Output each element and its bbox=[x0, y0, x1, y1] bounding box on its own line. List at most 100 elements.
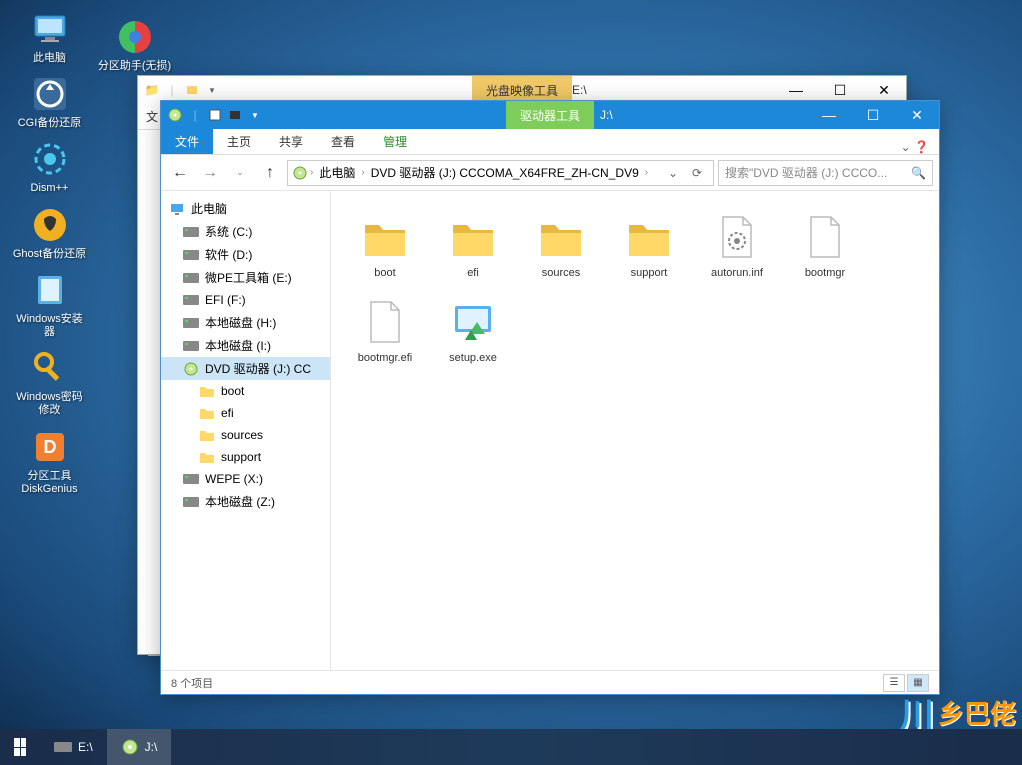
file-list[interactable]: boot efi sources support autorun.inf bootmgr b… bbox=[331, 191, 939, 670]
desktop-icon-partition-assistant[interactable]: 分区助手(无损) bbox=[97, 16, 172, 73]
ribbon-collapse-button[interactable]: ⌄ ❓ bbox=[891, 140, 939, 154]
hdd-icon bbox=[183, 338, 199, 354]
ribbon-tab-manage[interactable]: 管理 bbox=[369, 129, 421, 154]
tree-this-pc[interactable]: 此电脑 bbox=[161, 197, 330, 220]
desktop-icon-cgi-backup[interactable]: CGI备份还原 bbox=[12, 73, 87, 130]
window-title: E:\ bbox=[572, 83, 587, 97]
tree-drive[interactable]: WEPE (X:) bbox=[161, 468, 330, 490]
ribbon-tab-view[interactable]: 查看 bbox=[317, 129, 369, 154]
nav-up-button[interactable]: ↑ bbox=[257, 160, 283, 186]
hdd-icon bbox=[183, 224, 199, 240]
folder-icon bbox=[199, 449, 215, 465]
chevron-right-icon[interactable]: › bbox=[361, 167, 364, 178]
breadcrumb[interactable]: › 此电脑 › DVD 驱动器 (J:) CCCOMA_X64FRE_ZH-CN… bbox=[287, 160, 714, 186]
window-title: J:\ bbox=[600, 108, 613, 122]
dvd-icon bbox=[292, 165, 308, 181]
windows-logo-icon bbox=[14, 738, 26, 756]
dropdown-icon[interactable]: ▼ bbox=[247, 107, 263, 123]
titlebar[interactable]: | ▼ 驱动器工具 J:\ — ☐ ✕ bbox=[161, 101, 939, 129]
folder-icon bbox=[623, 211, 675, 263]
tree-drive[interactable]: 系统 (C:) bbox=[161, 220, 330, 243]
nav-history-button[interactable]: ⌄ bbox=[227, 160, 253, 186]
ribbon-tab-share[interactable]: 共享 bbox=[265, 129, 317, 154]
nav-forward-button[interactable]: → bbox=[197, 160, 223, 186]
file-name: sources bbox=[542, 267, 581, 280]
minimize-button[interactable]: — bbox=[807, 101, 851, 129]
tree-folder[interactable]: support bbox=[161, 446, 330, 468]
desktop-icon-this-pc[interactable]: 此电脑 bbox=[12, 8, 87, 65]
dropdown-button[interactable]: ⌄ bbox=[661, 161, 685, 185]
file-name: boot bbox=[374, 267, 395, 280]
file-name: efi bbox=[467, 267, 479, 280]
item-count: 8 个项目 bbox=[171, 675, 213, 691]
maximize-button[interactable]: ☐ bbox=[851, 101, 895, 129]
hdd-icon bbox=[183, 292, 199, 308]
desktop-icon-dism[interactable]: Dism++ bbox=[12, 138, 87, 195]
ribbon-tab-home[interactable]: 主页 bbox=[213, 129, 265, 154]
context-tab[interactable]: 驱动器工具 bbox=[506, 101, 594, 129]
file-item[interactable]: boot bbox=[341, 205, 429, 286]
tree-folder[interactable]: boot bbox=[161, 380, 330, 402]
tree-drive[interactable]: 本地磁盘 (H:) bbox=[161, 311, 330, 334]
watermark-text: 乡巴佬 bbox=[938, 694, 1016, 731]
refresh-button[interactable]: ⟳ bbox=[685, 161, 709, 185]
tree-drive[interactable]: EFI (F:) bbox=[161, 289, 330, 311]
crumb-this-pc[interactable]: 此电脑 bbox=[315, 162, 359, 183]
search-placeholder: 搜索"DVD 驱动器 (J:) CCCO... bbox=[725, 164, 887, 181]
tree-drive[interactable]: 软件 (D:) bbox=[161, 243, 330, 266]
file-item[interactable]: efi bbox=[429, 205, 517, 286]
pc-icon bbox=[169, 201, 185, 217]
exe-icon bbox=[447, 296, 499, 348]
file-icon bbox=[359, 296, 411, 348]
close-button[interactable]: ✕ bbox=[895, 101, 939, 129]
dropdown-icon[interactable]: ▼ bbox=[204, 82, 220, 98]
taskbar[interactable]: E:\ J:\ bbox=[0, 729, 1022, 765]
ribbon-tab-file[interactable]: 文件 bbox=[161, 129, 213, 154]
qat-properties-icon[interactable] bbox=[207, 107, 223, 123]
taskbar-item-j-drive[interactable]: J:\ bbox=[107, 729, 172, 765]
tree-folder[interactable]: efi bbox=[161, 402, 330, 424]
qat-folder-icon[interactable] bbox=[227, 107, 243, 123]
hdd-icon bbox=[183, 494, 199, 510]
crumb-dvd-drive[interactable]: DVD 驱动器 (J:) CCCOMA_X64FRE_ZH-CN_DV9 bbox=[367, 162, 643, 183]
ribbon: 文件 主页 共享 查看 管理 ⌄ ❓ bbox=[161, 129, 939, 155]
file-name: support bbox=[631, 267, 668, 280]
hdd-icon bbox=[183, 315, 199, 331]
navigation-tree[interactable]: 此电脑 系统 (C:)软件 (D:)微PE工具箱 (E:)EFI (F:)本地磁… bbox=[161, 191, 331, 670]
tree-folder[interactable]: sources bbox=[161, 424, 330, 446]
tree-drive[interactable]: 本地磁盘 (I:) bbox=[161, 334, 330, 357]
status-bar: 8 个项目 ☰ ▦ bbox=[161, 670, 939, 694]
search-input[interactable]: 搜索"DVD 驱动器 (J:) CCCO... 🔍 bbox=[718, 160, 933, 186]
window-body: 此电脑 系统 (C:)软件 (D:)微PE工具箱 (E:)EFI (F:)本地磁… bbox=[161, 191, 939, 670]
folder-icon bbox=[199, 383, 215, 399]
divider: | bbox=[164, 82, 180, 98]
chevron-right-icon[interactable]: › bbox=[645, 167, 648, 178]
file-item[interactable]: support bbox=[605, 205, 693, 286]
desktop-icon-diskgenius[interactable]: D 分区工具DiskGenius bbox=[12, 426, 87, 496]
desktop-icon-ghost[interactable]: Ghost备份还原 bbox=[12, 204, 87, 261]
desktop-icon-win-installer[interactable]: Windows安装器 bbox=[12, 269, 87, 339]
explorer-window-j-drive[interactable]: | ▼ 驱动器工具 J:\ — ☐ ✕ 文件 主页 共享 查看 管理 ⌄ ❓ ←… bbox=[160, 100, 940, 695]
file-item[interactable]: setup.exe bbox=[429, 290, 517, 371]
tree-drive[interactable]: 本地磁盘 (Z:) bbox=[161, 490, 330, 513]
file-item[interactable]: bootmgr bbox=[781, 205, 869, 286]
nav-back-button[interactable]: ← bbox=[167, 160, 193, 186]
dvd-icon bbox=[121, 738, 139, 756]
tree-drive[interactable]: 微PE工具箱 (E:) bbox=[161, 266, 330, 289]
taskbar-item-e-drive[interactable]: E:\ bbox=[40, 729, 107, 765]
desktop-icon-password[interactable]: Windows密码修改 bbox=[12, 347, 87, 417]
start-button[interactable] bbox=[0, 729, 40, 765]
drive-icon bbox=[54, 740, 72, 754]
file-name: setup.exe bbox=[449, 352, 497, 365]
hdd-icon bbox=[183, 471, 199, 487]
file-item[interactable]: sources bbox=[517, 205, 605, 286]
file-item[interactable]: bootmgr.efi bbox=[341, 290, 429, 371]
tree-drive[interactable]: DVD 驱动器 (J:) CC bbox=[161, 357, 330, 380]
file-item[interactable]: autorun.inf bbox=[693, 205, 781, 286]
address-bar: ← → ⌄ ↑ › 此电脑 › DVD 驱动器 (J:) CCCOMA_X64F… bbox=[161, 155, 939, 191]
svg-text:D: D bbox=[43, 437, 56, 457]
qat-icon[interactable] bbox=[184, 82, 200, 98]
file-name: autorun.inf bbox=[711, 267, 763, 280]
file-name: bootmgr bbox=[805, 267, 845, 280]
chevron-right-icon[interactable]: › bbox=[310, 167, 313, 178]
